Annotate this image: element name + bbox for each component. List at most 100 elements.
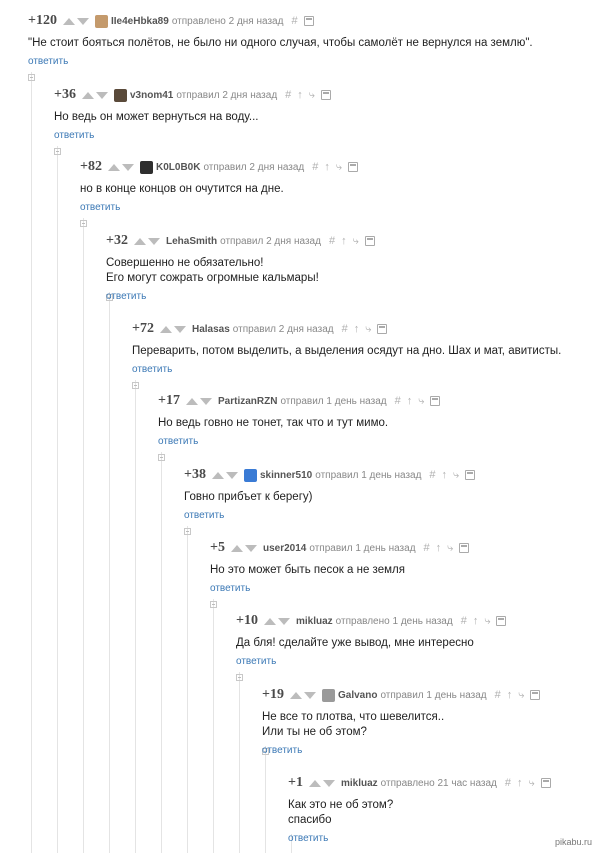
branch-icon[interactable]: ⤷ — [484, 615, 490, 628]
downvote-icon[interactable] — [322, 779, 335, 787]
comment-author[interactable]: skinner510 — [260, 470, 312, 481]
save-icon[interactable] — [348, 162, 359, 172]
avatar[interactable] — [243, 468, 257, 482]
downvote-icon[interactable] — [225, 471, 238, 479]
save-icon[interactable] — [530, 690, 541, 700]
reply-link[interactable]: ответить — [262, 745, 302, 756]
collapse-toggle[interactable] — [210, 601, 217, 608]
comment-author[interactable]: PartizanRZN — [218, 396, 277, 407]
branch-icon[interactable]: ⤷ — [365, 323, 371, 336]
reply-link[interactable]: ответить — [210, 583, 250, 594]
reply-link[interactable]: ответить — [54, 130, 94, 141]
reply-link[interactable]: ответить — [236, 656, 276, 667]
downvote-icon[interactable] — [121, 163, 134, 171]
upvote-icon[interactable] — [81, 91, 94, 99]
save-icon[interactable] — [303, 16, 314, 26]
upvote-icon[interactable] — [289, 691, 302, 699]
save-icon[interactable] — [377, 324, 388, 334]
save-icon[interactable] — [459, 543, 470, 553]
upvote-icon[interactable] — [211, 471, 224, 479]
parent-link-icon[interactable]: ↑ — [297, 89, 303, 101]
comment-author[interactable]: v3nom41 — [130, 90, 173, 101]
comment-author[interactable]: Halasas — [192, 324, 230, 335]
save-icon[interactable] — [364, 236, 375, 246]
permalink-icon[interactable]: # — [495, 689, 501, 701]
permalink-icon[interactable]: # — [395, 395, 401, 407]
permalink-icon[interactable]: # — [505, 777, 511, 789]
avatar[interactable] — [139, 160, 153, 174]
collapse-toggle[interactable] — [184, 528, 191, 535]
permalink-icon[interactable]: # — [429, 469, 435, 481]
collapse-toggle[interactable] — [54, 148, 61, 155]
upvote-icon[interactable] — [308, 779, 321, 787]
upvote-icon[interactable] — [263, 617, 276, 625]
upvote-icon[interactable] — [185, 397, 198, 405]
downvote-icon[interactable] — [199, 397, 212, 405]
upvote-icon[interactable] — [133, 237, 146, 245]
branch-icon[interactable]: ⤷ — [447, 542, 453, 555]
comment-author[interactable]: Galvano — [338, 690, 377, 701]
permalink-icon[interactable]: # — [424, 542, 430, 554]
avatar[interactable] — [321, 688, 335, 702]
branch-icon[interactable]: ⤷ — [309, 89, 315, 102]
branch-icon[interactable]: ⤷ — [353, 235, 359, 248]
upvote-icon[interactable] — [230, 544, 243, 552]
permalink-icon[interactable]: # — [329, 235, 335, 247]
comment-author[interactable]: mikluaz — [341, 778, 378, 789]
permalink-icon[interactable]: # — [342, 323, 348, 335]
downvote-icon[interactable] — [244, 544, 257, 552]
comment-author[interactable]: IIe4eHbka89 — [111, 16, 169, 27]
permalink-icon[interactable]: # — [312, 161, 318, 173]
parent-link-icon[interactable]: ↑ — [442, 469, 448, 481]
branch-icon[interactable]: ⤷ — [518, 689, 524, 702]
downvote-icon[interactable] — [95, 91, 108, 99]
permalink-icon[interactable]: # — [285, 89, 291, 101]
parent-link-icon[interactable]: ↑ — [354, 323, 360, 335]
downvote-icon[interactable] — [173, 325, 186, 333]
permalink-icon[interactable]: # — [291, 15, 297, 27]
save-icon[interactable] — [320, 90, 331, 100]
save-icon[interactable] — [430, 396, 441, 406]
save-icon[interactable] — [465, 470, 476, 480]
branch-icon[interactable]: ⤷ — [453, 469, 459, 482]
parent-link-icon[interactable]: ↑ — [507, 689, 513, 701]
upvote-icon[interactable] — [62, 17, 75, 25]
upvote-icon[interactable] — [159, 325, 172, 333]
upvote-icon[interactable] — [107, 163, 120, 171]
parent-link-icon[interactable]: ↑ — [407, 395, 413, 407]
reply-link[interactable]: ответить — [80, 202, 120, 213]
avatar[interactable] — [113, 88, 127, 102]
comment-author[interactable]: user2014 — [263, 543, 306, 554]
reply-link[interactable]: ответить — [158, 436, 198, 447]
save-icon[interactable] — [496, 616, 507, 626]
reply-link[interactable]: ответить — [184, 510, 224, 521]
comment-text-line: Совершенно не обязательно! — [106, 257, 264, 269]
downvote-icon[interactable] — [147, 237, 160, 245]
collapse-toggle[interactable] — [132, 382, 139, 389]
downvote-icon[interactable] — [277, 617, 290, 625]
collapse-toggle[interactable] — [158, 454, 165, 461]
reply-link[interactable]: ответить — [132, 364, 172, 375]
avatar[interactable] — [94, 14, 108, 28]
parent-link-icon[interactable]: ↑ — [341, 235, 347, 247]
reply-link[interactable]: ответить — [288, 833, 328, 844]
parent-link-icon[interactable]: ↑ — [436, 542, 442, 554]
comment-author[interactable]: K0L0B0K — [156, 162, 200, 173]
reply-link[interactable]: ответить — [106, 291, 146, 302]
parent-link-icon[interactable]: ↑ — [473, 615, 479, 627]
comment-author[interactable]: mikluaz — [296, 616, 333, 627]
permalink-icon[interactable]: # — [461, 615, 467, 627]
collapse-toggle[interactable] — [236, 674, 243, 681]
collapse-toggle[interactable] — [80, 220, 87, 227]
branch-icon[interactable]: ⤷ — [336, 161, 342, 174]
branch-icon[interactable]: ⤷ — [418, 395, 424, 408]
reply-link[interactable]: ответить — [28, 56, 68, 67]
parent-link-icon[interactable]: ↑ — [517, 777, 523, 789]
parent-link-icon[interactable]: ↑ — [324, 161, 330, 173]
branch-icon[interactable]: ⤷ — [529, 777, 535, 790]
save-icon[interactable] — [540, 778, 551, 788]
collapse-toggle[interactable] — [28, 74, 35, 81]
comment-author[interactable]: LehaSmith — [166, 236, 217, 247]
downvote-icon[interactable] — [76, 17, 89, 25]
downvote-icon[interactable] — [303, 691, 316, 699]
